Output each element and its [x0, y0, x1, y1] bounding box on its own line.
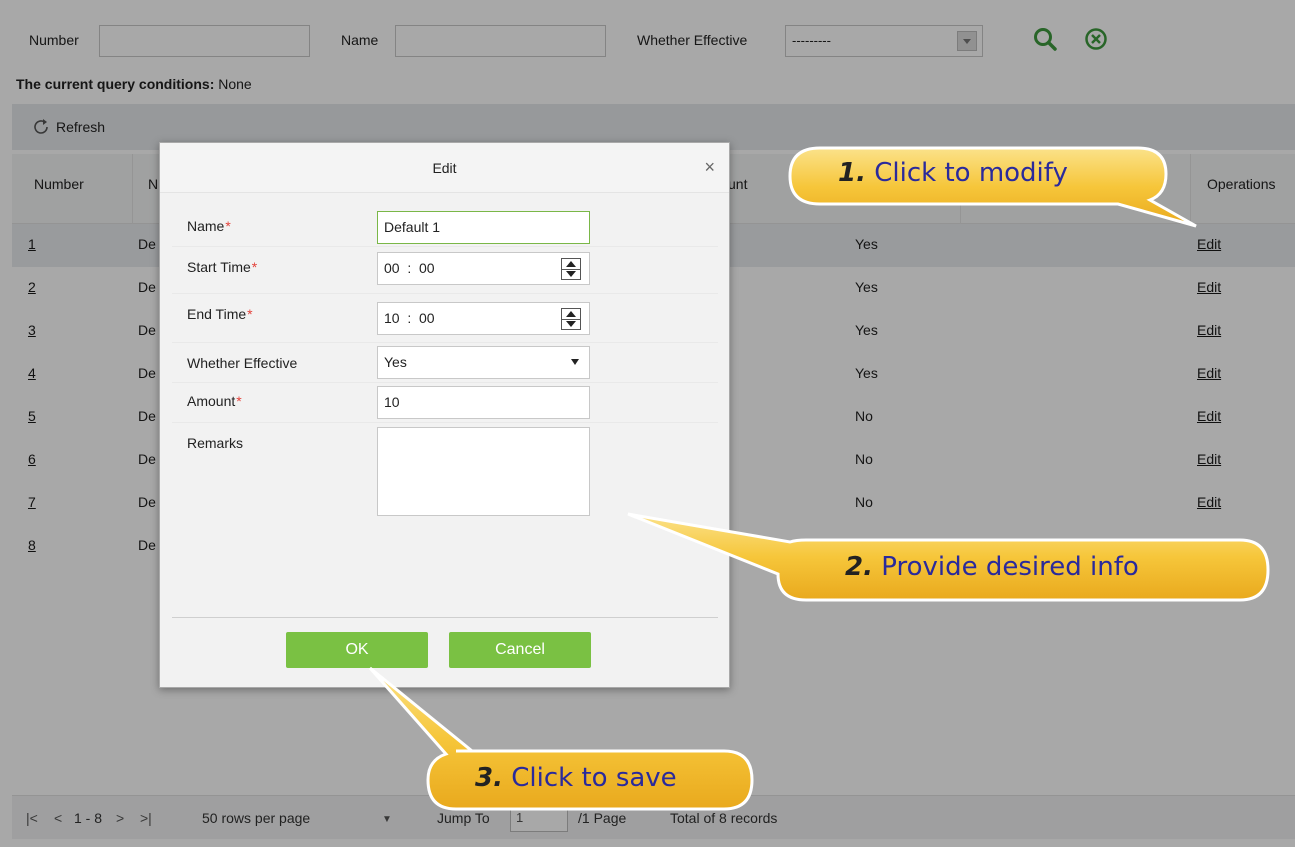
callout-layer — [368, 146, 1270, 811]
callout-1: 1. Click to modify — [838, 158, 1068, 188]
callout-2: 2. Provide desired info — [845, 552, 1139, 582]
callout-3: 3. Click to save — [475, 763, 677, 793]
